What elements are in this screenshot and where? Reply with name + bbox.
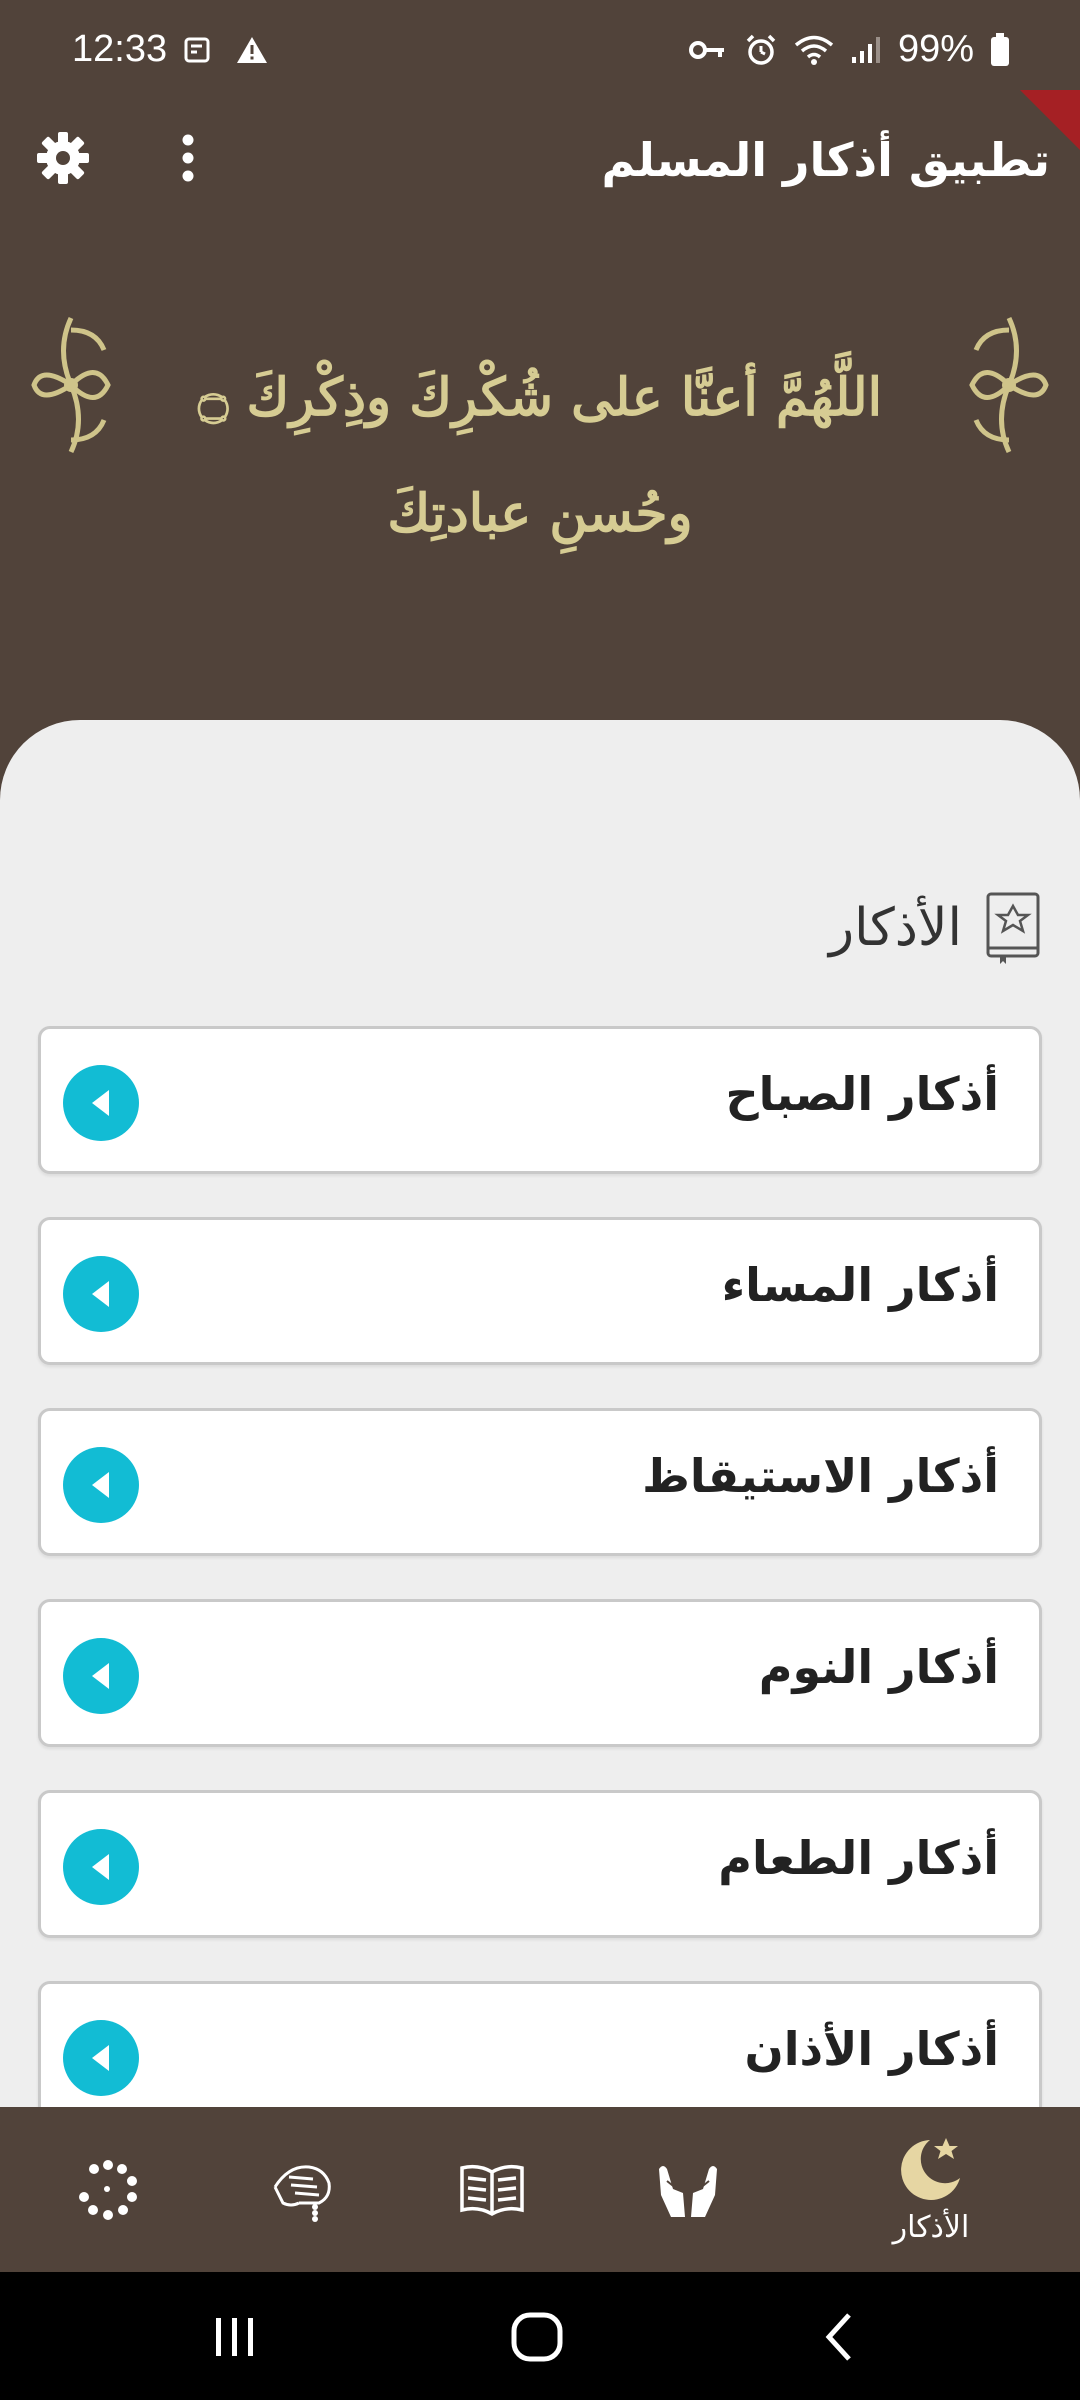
nav-label-adhkar: الأذكار xyxy=(892,2210,970,2245)
recent-apps-icon xyxy=(216,2318,253,2356)
signal-icon xyxy=(851,36,880,63)
ornament-right-icon xyxy=(969,316,1049,454)
adhkar-item-food[interactable]: أذكار الطعام xyxy=(38,1790,1042,1938)
hand-rosary-icon xyxy=(273,2164,331,2222)
nav-tasbih[interactable] xyxy=(0,2107,216,2272)
adhkar-list: أذكار الصباح أذكار المساء أذكار الاستيقا… xyxy=(38,1026,1042,2120)
header-dua: اللَّهُمَّ أعنَّا على شُكْرِكَ وذِكْرِكَ… xyxy=(0,300,1080,550)
home-icon xyxy=(511,2312,563,2362)
wifi-icon xyxy=(794,35,834,65)
system-nav-bar xyxy=(0,2272,1080,2400)
section-header: الأذكار xyxy=(829,890,1042,966)
more-options-button[interactable] xyxy=(160,125,216,191)
status-notification-icons xyxy=(183,35,269,65)
more-vertical-icon xyxy=(182,134,194,182)
gear-icon xyxy=(37,132,89,184)
nav-quran[interactable] xyxy=(384,2107,600,2272)
adhkar-item-label: أذكار الطعام xyxy=(718,1831,999,1885)
content-sheet: الأذكار أذكار الصباح أذكار المساء أذكار … xyxy=(0,720,1080,2120)
nav-dua[interactable] xyxy=(580,2107,796,2272)
nav-rosary[interactable] xyxy=(196,2107,412,2272)
battery-percent: 99% xyxy=(897,28,974,70)
app-bar: تطبيق أذكار المسلم xyxy=(0,105,1080,210)
chevron-left-icon[interactable] xyxy=(63,1638,139,1714)
chevron-left-icon[interactable] xyxy=(63,1065,139,1141)
settings-button[interactable] xyxy=(30,125,96,191)
status-bar: 12:33 99% xyxy=(0,0,1080,105)
adhkar-item-label: أذكار المساء xyxy=(721,1258,999,1312)
dua-text: اللَّهُمَّ أعنَّا على شُكْرِكَ وذِكْرِكَ… xyxy=(197,367,883,544)
status-system-icons: 99% xyxy=(688,28,1010,71)
bottom-nav: الأذكار xyxy=(0,2107,1080,2272)
adhkar-item-label: أذكار الاستيقاظ xyxy=(642,1449,999,1503)
app-title: تطبيق أذكار المسلم xyxy=(601,133,1050,187)
adhkar-item-sleep[interactable]: أذكار النوم xyxy=(38,1599,1042,1747)
nav-adhkar[interactable]: الأذكار xyxy=(823,2107,1039,2272)
section-title: الأذكار xyxy=(829,898,962,958)
open-book-icon xyxy=(460,2164,524,2216)
note-notification-icon xyxy=(184,37,210,63)
chevron-left-icon[interactable] xyxy=(63,2020,139,2096)
battery-icon xyxy=(991,32,1009,66)
ornament-left-icon xyxy=(31,316,111,454)
warning-icon xyxy=(237,37,267,63)
vpn-key-icon xyxy=(688,40,724,59)
home-button[interactable] xyxy=(482,2302,592,2372)
status-time: 12:33 xyxy=(72,28,168,70)
adhkar-item-waking[interactable]: أذكار الاستيقاظ xyxy=(38,1408,1042,1556)
quran-book-icon xyxy=(986,892,1040,964)
chevron-left-icon[interactable] xyxy=(63,1829,139,1905)
adhkar-item-evening[interactable]: أذكار المساء xyxy=(38,1217,1042,1365)
adhkar-item-label: أذكار الصباح xyxy=(725,1067,999,1121)
praying-hands-icon xyxy=(659,2165,717,2217)
crescent-star-icon xyxy=(901,2138,960,2200)
chevron-left-icon[interactable] xyxy=(63,1256,139,1332)
alarm-icon xyxy=(746,34,776,65)
adhkar-item-label: أذكار الأذان xyxy=(744,2022,999,2076)
chevron-left-icon[interactable] xyxy=(63,1447,139,1523)
recent-apps-button[interactable] xyxy=(180,2302,290,2372)
back-button[interactable] xyxy=(784,2302,894,2372)
back-icon xyxy=(825,2313,851,2361)
adhkar-item-label: أذكار النوم xyxy=(758,1640,999,1694)
adhkar-item-morning[interactable]: أذكار الصباح xyxy=(38,1026,1042,1174)
tasbih-beads-icon xyxy=(79,2159,137,2220)
adhkar-item-adhan[interactable]: أذكار الأذان xyxy=(38,1981,1042,2120)
